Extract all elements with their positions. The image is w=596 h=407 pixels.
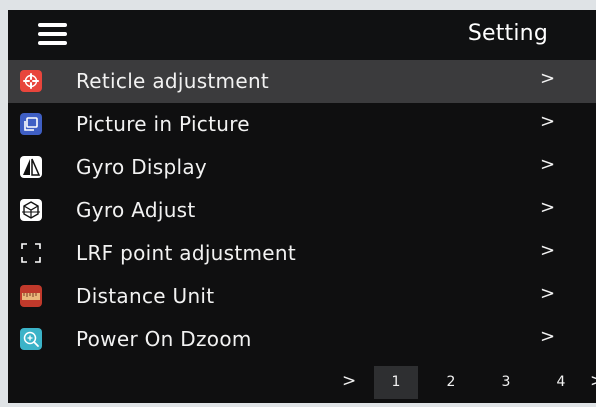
gyro-adjust-icon — [20, 199, 42, 221]
menu-item-lrf-point-adjustment[interactable]: LRF point adjustment > — [8, 232, 596, 275]
menu-item-gyro-display[interactable]: Gyro Display > — [8, 146, 596, 189]
chevron-right-icon: > — [540, 111, 556, 132]
menu-item-label: Reticle adjustment — [76, 69, 270, 93]
zoom-icon — [20, 328, 42, 350]
settings-screen: Setting Reticle adjustment > Picture in … — [8, 10, 596, 403]
menu-item-label: Picture in Picture — [76, 112, 250, 136]
ruler-icon — [20, 285, 42, 307]
menu-item-gyro-adjust[interactable]: Gyro Adjust > — [8, 189, 596, 232]
menu-item-label: Gyro Display — [76, 155, 208, 179]
pagination: > 1 2 3 4 > — [8, 363, 596, 403]
chevron-right-icon: > — [540, 197, 556, 218]
more-pages-chevron-icon[interactable]: > — [590, 371, 596, 391]
menu-item-label: LRF point adjustment — [76, 241, 297, 265]
header-bar: Setting — [8, 10, 596, 60]
picture-in-picture-icon — [20, 113, 42, 135]
lrf-point-icon — [21, 243, 41, 263]
gyro-display-icon — [20, 156, 42, 178]
menu-item-label: Gyro Adjust — [76, 198, 196, 222]
menu-item-distance-unit[interactable]: Distance Unit > — [8, 275, 596, 318]
settings-menu: Reticle adjustment > Picture in Picture … — [8, 60, 596, 361]
menu-item-label: Power On Dzoom — [76, 327, 252, 351]
menu-item-picture-in-picture[interactable]: Picture in Picture > — [8, 103, 596, 146]
menu-item-label: Distance Unit — [76, 284, 215, 308]
page-2-button[interactable]: 2 — [429, 366, 473, 399]
hamburger-menu-icon[interactable] — [38, 23, 67, 45]
reticle-icon — [20, 70, 42, 92]
chevron-right-icon: > — [540, 240, 556, 261]
page-4-button[interactable]: 4 — [539, 366, 583, 399]
menu-item-reticle-adjustment[interactable]: Reticle adjustment > — [8, 60, 596, 103]
menu-item-power-on-dzoom[interactable]: Power On Dzoom > — [8, 318, 596, 361]
page-3-button[interactable]: 3 — [484, 366, 528, 399]
chevron-right-icon: > — [540, 68, 556, 89]
page-1-button[interactable]: 1 — [374, 366, 418, 399]
chevron-right-icon: > — [540, 154, 556, 175]
next-page-chevron-icon[interactable]: > — [342, 371, 356, 391]
chevron-right-icon: > — [540, 283, 556, 304]
chevron-right-icon: > — [540, 326, 556, 347]
page-title: Setting — [467, 21, 548, 46]
